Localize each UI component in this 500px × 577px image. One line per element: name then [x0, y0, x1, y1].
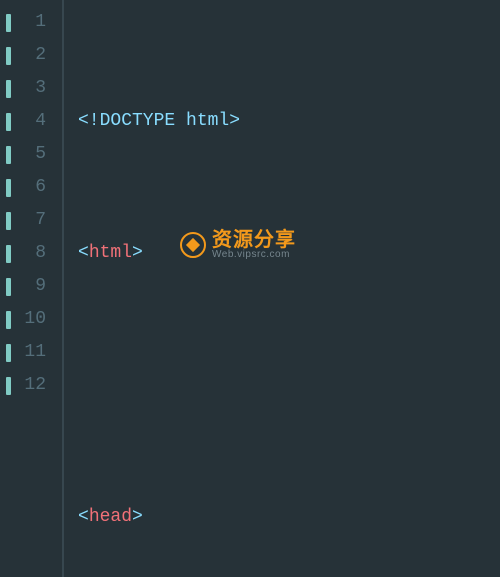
doctype: <!DOCTYPE html>	[78, 111, 240, 131]
line-number: 1	[0, 6, 62, 39]
line-number-gutter: 123456789101112	[0, 0, 62, 577]
code-editor: 123456789101112 <!DOCTYPE html> <html> <…	[0, 0, 500, 577]
line-number: 11	[0, 336, 62, 369]
code-line: <html>	[78, 237, 500, 270]
line-number: 8	[0, 237, 62, 270]
line-number: 6	[0, 171, 62, 204]
code-line: <!DOCTYPE html>	[78, 105, 500, 138]
line-number: 3	[0, 72, 62, 105]
line-number: 10	[0, 303, 62, 336]
line-number: 5	[0, 138, 62, 171]
line-number: 9	[0, 270, 62, 303]
line-number: 12	[0, 369, 62, 402]
line-number: 2	[0, 39, 62, 72]
code-line	[78, 369, 500, 402]
code-line: <head>	[78, 501, 500, 534]
line-number: 4	[0, 105, 62, 138]
line-number: 7	[0, 204, 62, 237]
code-area[interactable]: <!DOCTYPE html> <html> <head> <meta char…	[64, 0, 500, 577]
